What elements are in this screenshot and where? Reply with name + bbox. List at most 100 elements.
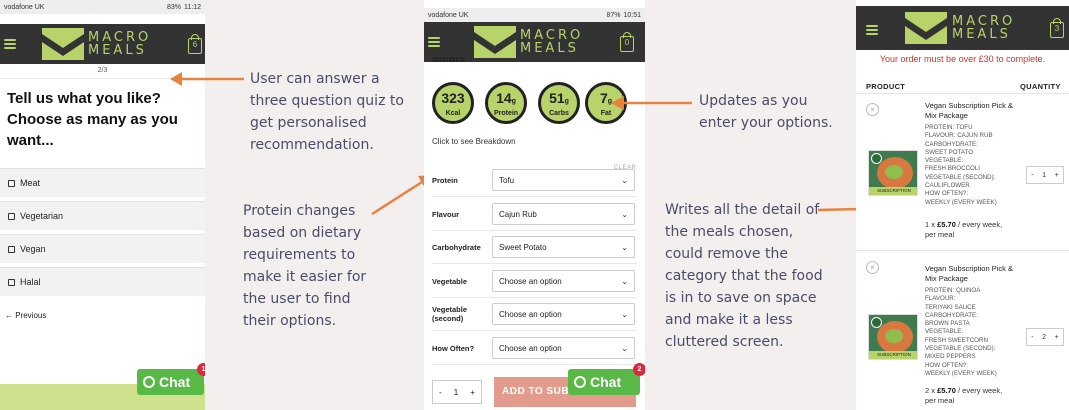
hamburger-icon[interactable] <box>4 39 16 49</box>
chat-badge: 2 <box>633 363 645 376</box>
protein-select[interactable]: Tofu ⌄ <box>492 169 635 191</box>
cart-screen: MACRO MEALS 3 Your order must be over £3… <box>856 0 1069 410</box>
field-vegetable: Vegetable Choose an option ⌄ <box>432 270 637 292</box>
column-quantity: QUANTITY <box>1020 82 1061 91</box>
carbohydrate-select[interactable]: Sweet Potato ⌄ <box>492 236 635 258</box>
flavour-select[interactable]: Cajun Rub ⌄ <box>492 203 635 225</box>
select-value: Tofu <box>499 175 515 185</box>
checkbox-icon[interactable] <box>8 245 15 253</box>
qty-value[interactable]: 1 <box>1042 172 1046 179</box>
food-bowl-image <box>877 321 913 353</box>
how-often-select[interactable]: Choose an option ⌄ <box>492 337 635 359</box>
qty-minus-button[interactable]: - <box>1031 334 1033 341</box>
option-label: Vegetarian <box>20 211 64 221</box>
annotation-protein: Protein changes based on dietary require… <box>243 203 367 329</box>
qty-plus-button[interactable]: + <box>1055 334 1059 341</box>
logo-mark-icon <box>474 26 516 58</box>
select-value: Choose an option <box>499 276 562 286</box>
option-meat[interactable]: Meat <box>0 168 205 197</box>
checkbox-icon[interactable] <box>8 278 15 286</box>
logo[interactable]: MACRO MEALS <box>42 28 151 60</box>
macro-value: 323 <box>441 90 465 106</box>
divider <box>432 297 637 298</box>
checkbox-icon[interactable] <box>8 212 15 220</box>
macro-label: Protein <box>493 110 519 117</box>
detail-line: PROTEIN: QUINOA <box>925 287 981 294</box>
carrier-label: vodafone UK <box>428 11 469 19</box>
food-bowl-image <box>877 157 913 189</box>
meal-builder-screen: vodafone UK 87% 10:51 MACRO MEALS 0 Meal… <box>424 0 645 410</box>
product-name[interactable]: Vegan Subscription Pick & Mix Package <box>925 264 1015 284</box>
macro-kcal: 323 Kcal <box>432 82 474 124</box>
chat-button[interactable]: Chat 1 <box>137 363 205 395</box>
divider <box>432 263 637 264</box>
chat-button[interactable]: Chat 2 <box>568 363 645 395</box>
macro-unit: g <box>511 98 516 105</box>
hamburger-icon[interactable] <box>428 37 440 47</box>
quantity-stepper[interactable]: - 1 + <box>432 380 482 404</box>
arrow-annotation-1 <box>170 72 244 86</box>
qty-plus-button[interactable]: + <box>1055 172 1059 179</box>
quantity-stepper[interactable]: - 2 + <box>1026 328 1064 346</box>
hamburger-icon[interactable] <box>866 25 878 35</box>
logo-mark-icon <box>905 12 947 44</box>
annotation-details: Writes all the detail of the meals chose… <box>665 202 823 350</box>
divider <box>432 196 637 197</box>
annotation-updates: Updates as you enter your options. <box>699 93 833 131</box>
chat-label: Chat <box>159 374 191 390</box>
macro-value: 7 <box>599 90 608 106</box>
field-label: Carbohydrate <box>432 242 481 252</box>
remove-icon[interactable]: × <box>866 261 879 274</box>
checkbox-icon[interactable] <box>8 179 15 187</box>
macro-protein: 14g Protein <box>485 82 527 124</box>
cart-bag-icon[interactable]: 3 <box>1050 18 1064 38</box>
vegan-leaf-icon <box>871 153 882 164</box>
chat-bubble-icon <box>574 376 586 388</box>
logo[interactable]: MACRO MEALS <box>904 12 1015 44</box>
time-label: 10:51 <box>623 11 641 19</box>
logo[interactable]: MACRO MEALS <box>474 26 583 58</box>
cart-count: 3 <box>1054 24 1060 33</box>
previous-link[interactable]: ← Previous <box>5 311 46 320</box>
option-halal[interactable]: Halal <box>0 267 205 296</box>
divider <box>432 364 637 365</box>
field-flavour: Flavour Cajun Rub ⌄ <box>432 203 637 225</box>
detail-line: SWEET POTATO <box>925 148 974 156</box>
option-vegan[interactable]: Vegan <box>0 234 205 263</box>
qty-value[interactable]: 2 <box>1042 334 1046 341</box>
macro-value: 14 <box>496 90 512 106</box>
price-qty: 2 x <box>925 386 936 395</box>
detail-line: WEEKLY (EVERY WEEK) <box>925 198 997 206</box>
field-label: Vegetable (second) <box>432 305 468 323</box>
chevron-down-icon: ⌄ <box>621 175 628 185</box>
column-product: PRODUCT <box>866 82 906 91</box>
previous-label: Previous <box>15 311 47 320</box>
quantity-stepper[interactable]: - 1 + <box>1026 166 1064 184</box>
chevron-down-icon: ⌄ <box>621 209 628 219</box>
minimum-order-warning: Your order must be over £30 to complete. <box>879 54 1046 64</box>
macro-label: Carbs <box>549 110 569 117</box>
qty-minus-button[interactable]: - <box>1031 172 1033 179</box>
quiz-screen: vodafone UK 83% 11:12 MACRO MEALS 6 2/3 … <box>0 0 205 410</box>
product-thumbnail: SUBSCRIPTION <box>868 150 918 196</box>
vegan-leaf-icon <box>871 317 882 328</box>
option-vegetarian[interactable]: Vegetarian <box>0 201 205 230</box>
breakdown-link[interactable]: Click to see Breakdown <box>432 137 516 146</box>
cart-bag-icon[interactable]: 0 <box>620 32 634 52</box>
annotation-quiz: User can answer a three question quiz to… <box>250 71 404 153</box>
cart-bag-icon[interactable]: 6 <box>188 34 202 54</box>
chat-label: Chat <box>590 374 622 390</box>
field-protein: Protein Tofu ⌄ <box>432 169 637 191</box>
qty-minus-button[interactable]: - <box>439 388 442 397</box>
select-value: Choose an option <box>499 343 562 353</box>
app-header: MACRO MEALS 0 <box>424 22 645 62</box>
qty-plus-button[interactable]: + <box>470 388 475 397</box>
chevron-down-icon: ⌄ <box>621 309 628 319</box>
remove-icon[interactable]: × <box>866 103 879 116</box>
qty-value[interactable]: 1 <box>454 388 458 397</box>
detail-line: CARBOHYDRATE: <box>925 311 978 319</box>
product-name[interactable]: Vegan Subscription Pick & Mix Package <box>925 101 1015 121</box>
divider <box>432 330 637 331</box>
vegetable-second-select[interactable]: Choose an option ⌄ <box>492 303 635 325</box>
vegetable-select[interactable]: Choose an option ⌄ <box>492 270 635 292</box>
